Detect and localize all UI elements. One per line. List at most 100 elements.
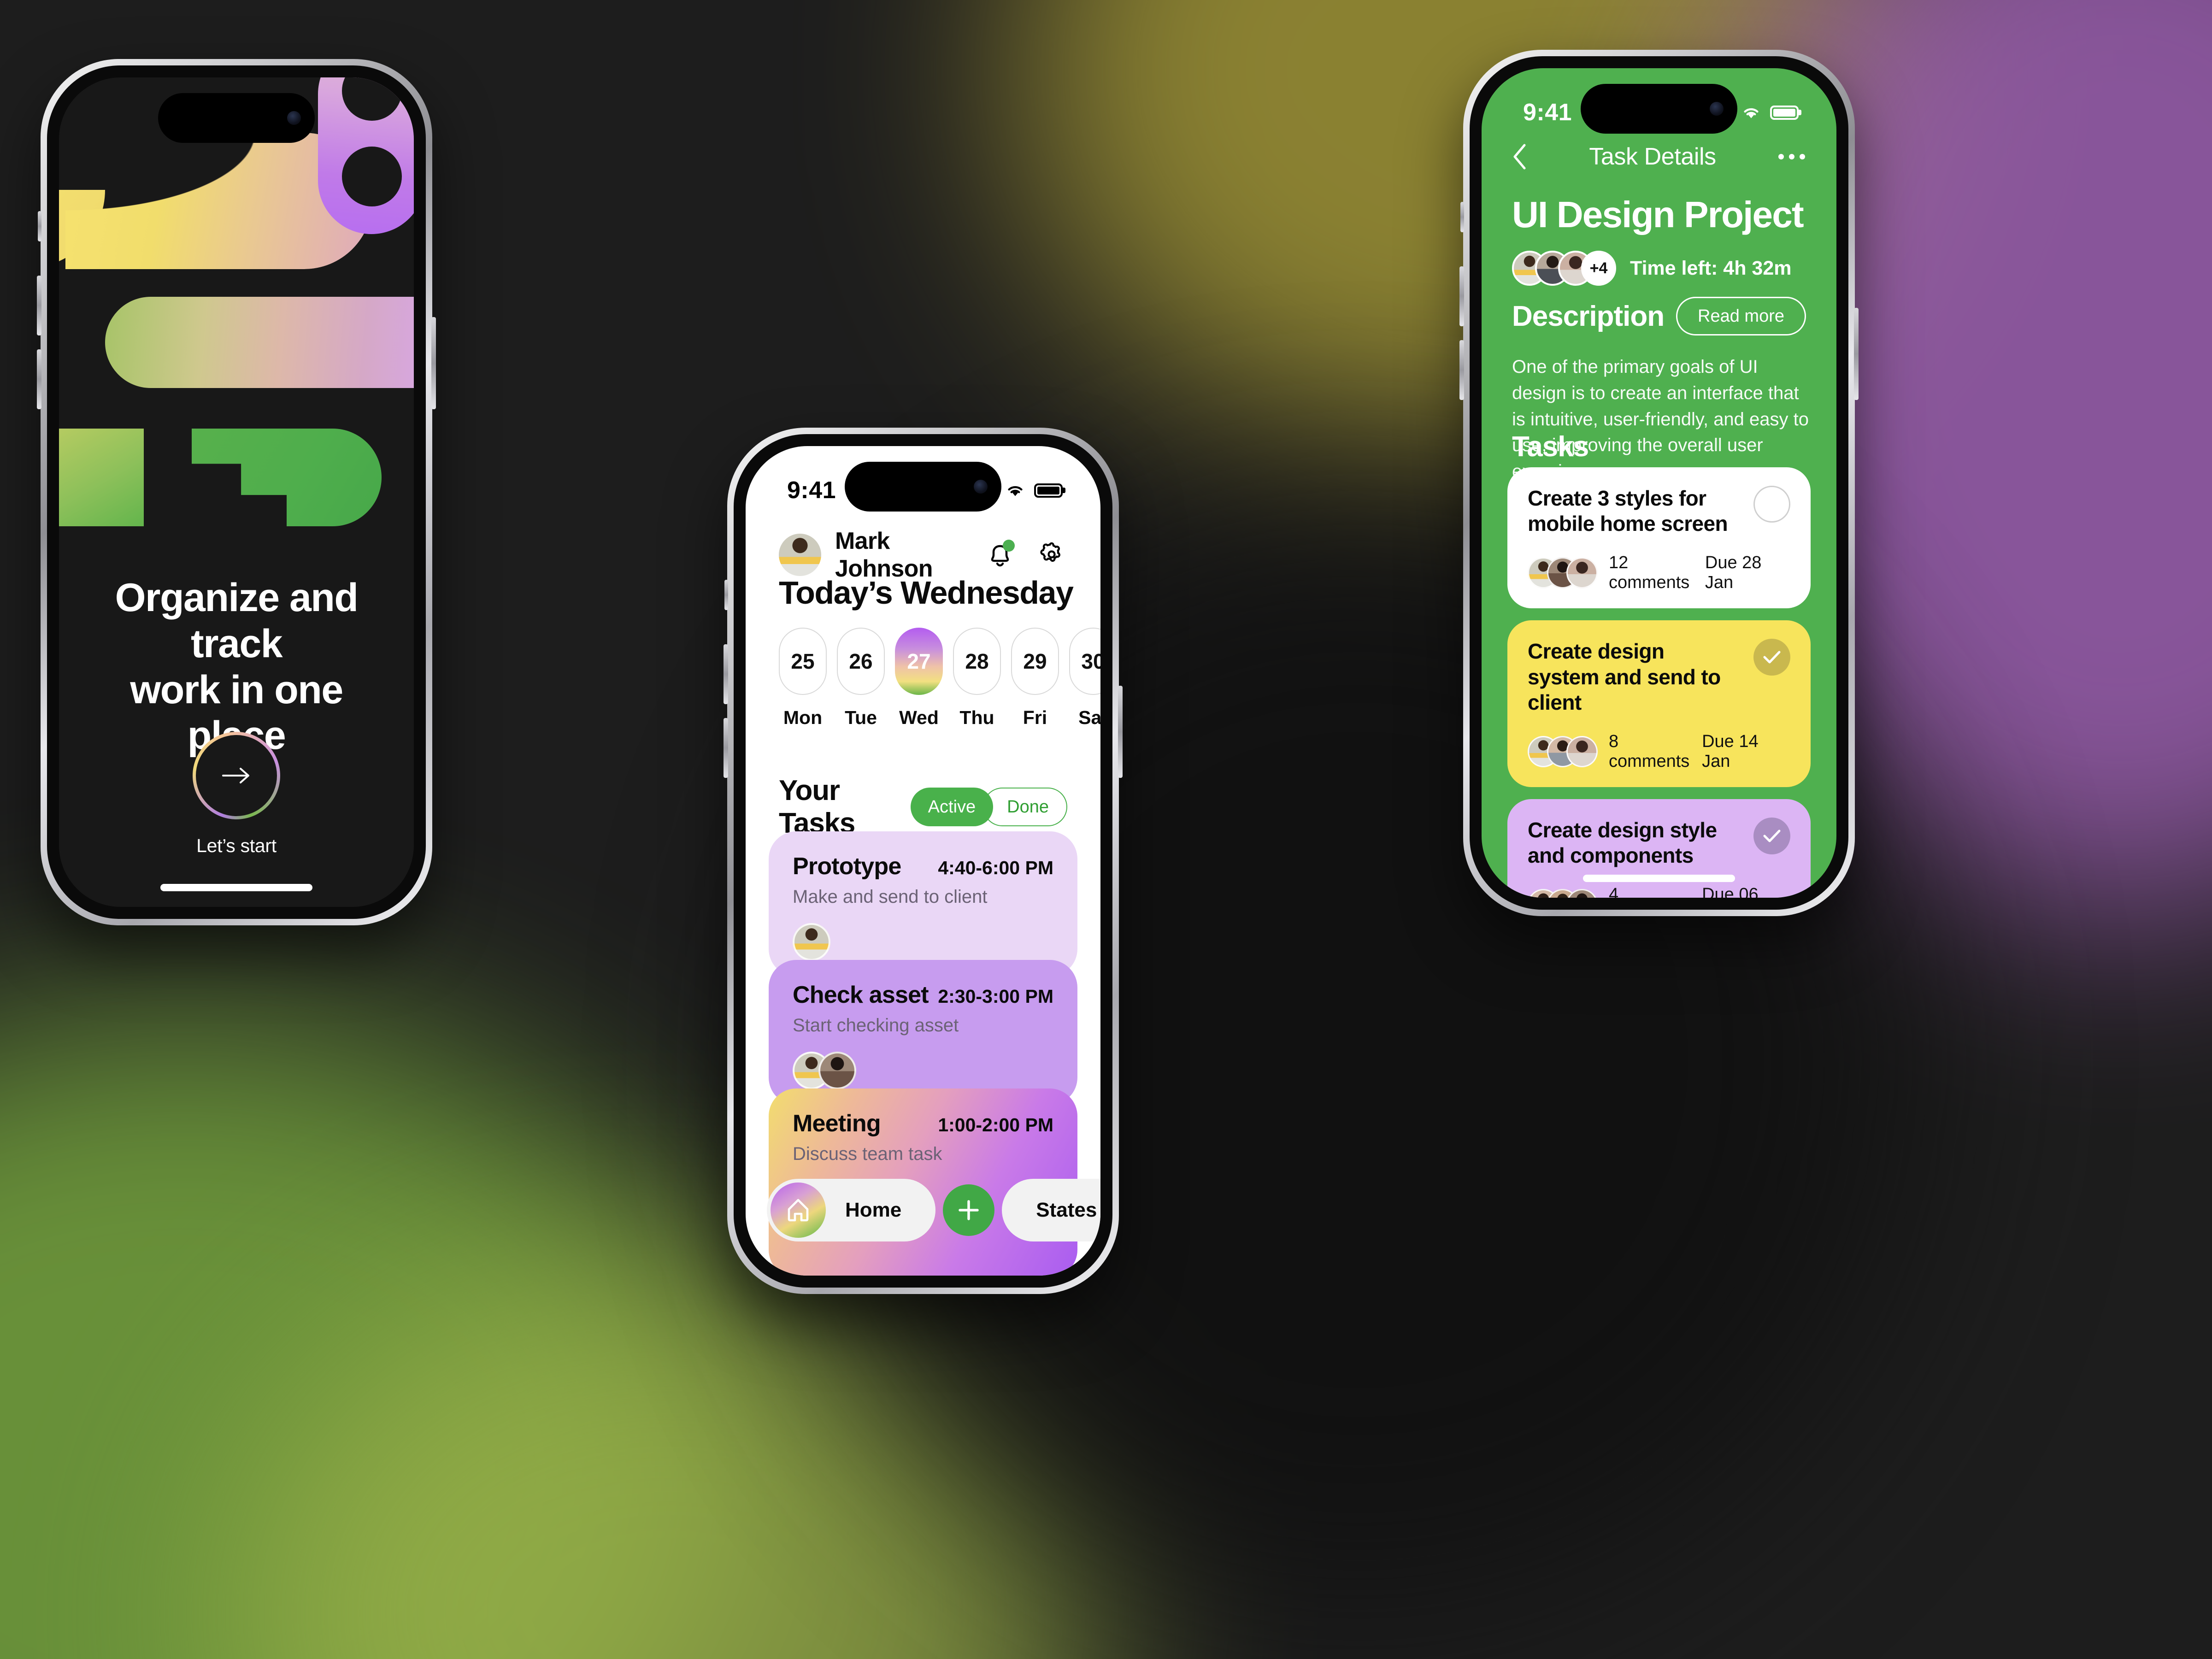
- background-glow-lime: [230, 1267, 1106, 1659]
- description-heading: Description: [1512, 300, 1665, 332]
- day-strip[interactable]: 25 Mon 26 Tue 27 Wed 28 Thu 29 Fri 30 Sa: [779, 628, 1100, 729]
- day-item-mon[interactable]: 25 Mon: [779, 628, 827, 729]
- dynamic-island: [1581, 84, 1737, 134]
- task-title: Prototype: [793, 853, 901, 880]
- task-time: 2:30-3:00 PM: [938, 986, 1053, 1007]
- day-item-fri[interactable]: 29 Fri: [1011, 628, 1059, 729]
- subtask-checkbox[interactable]: [1753, 817, 1790, 854]
- onboarding-cta-group: Let’s start: [59, 732, 414, 857]
- volume-down-button[interactable]: [1459, 340, 1464, 400]
- tasks-heading: Tasks: [1512, 431, 1589, 463]
- subtask-due: Due 28 Jan: [1705, 553, 1762, 593]
- subtask-due: Due 06 Jan: [1702, 885, 1759, 898]
- filter-done-button[interactable]: Done: [983, 788, 1067, 826]
- day-name: Mon: [783, 707, 823, 728]
- day-item-wed-selected[interactable]: 27 Wed: [895, 628, 943, 729]
- task-avatars: [793, 923, 830, 961]
- nav-item-home[interactable]: Home: [767, 1179, 936, 1241]
- avatar: [793, 923, 830, 961]
- day-number: 29: [1011, 628, 1059, 695]
- volume-up-button[interactable]: [724, 644, 728, 704]
- subtask-due: Due 14 Jan: [1702, 731, 1759, 771]
- background-glow-green: [0, 1014, 760, 1659]
- description-text: One of the primary goals of UI design is…: [1512, 357, 1809, 482]
- nav-item-states[interactable]: States: [1002, 1179, 1100, 1241]
- subtask-checkbox[interactable]: [1753, 486, 1790, 523]
- volume-down-button[interactable]: [37, 349, 41, 409]
- mute-switch[interactable]: [724, 580, 728, 610]
- mute-switch[interactable]: [1460, 202, 1464, 232]
- art-shape-green-square: [59, 429, 144, 526]
- task-title: Check asset: [793, 982, 929, 1008]
- home-indicator[interactable]: [160, 884, 312, 891]
- task-subtitle: Make and send to client: [793, 887, 988, 907]
- task-details-screen: 9:41 Task Details UI Design Project +4 T…: [1482, 68, 1836, 898]
- filter-active-button[interactable]: Active: [910, 788, 994, 826]
- power-button[interactable]: [431, 317, 436, 409]
- subtask-avatars: [1528, 889, 1598, 898]
- subtask-list: Create 3 styles for mobile home screen 1…: [1507, 467, 1811, 898]
- task-time: 1:00-2:00 PM: [938, 1114, 1053, 1135]
- day-number: 28: [953, 628, 1001, 695]
- phone-home: 9:41 Mark Johnson Today’s Wednesday 25 M…: [724, 428, 1123, 1294]
- time-left: Time left: 4h 32m: [1630, 257, 1792, 279]
- subtask-checkbox[interactable]: [1753, 639, 1790, 676]
- day-item-thu[interactable]: 28 Thu: [953, 628, 1001, 729]
- task-subtitle: Discuss team task: [793, 1144, 942, 1164]
- wifi-icon: [1006, 483, 1025, 498]
- nav-title: Task Details: [1589, 143, 1716, 170]
- dynamic-island: [158, 93, 315, 143]
- volume-up-button[interactable]: [37, 276, 41, 335]
- day-item-tue[interactable]: 26 Tue: [837, 628, 885, 729]
- task-filter-segmented[interactable]: Active Done: [910, 788, 1067, 826]
- power-button[interactable]: [1854, 308, 1859, 400]
- day-number: 30: [1069, 628, 1100, 695]
- phone-task-details: 9:41 Task Details UI Design Project +4 T…: [1459, 50, 1859, 916]
- phone-bezel: 9:41 Mark Johnson Today’s Wednesday 25 M…: [734, 434, 1112, 1288]
- chevron-left-icon[interactable]: [1512, 143, 1528, 170]
- subtask-title: Create 3 styles for mobile home screen: [1528, 486, 1728, 536]
- day-number: 27: [895, 628, 943, 695]
- mute-switch[interactable]: [38, 211, 41, 241]
- art-shape-gradient-bar: [105, 297, 414, 388]
- subtask-card-2[interactable]: Create design system and send to client: [1507, 620, 1811, 787]
- notification-badge: [1003, 540, 1015, 552]
- day-item-sat[interactable]: 30 Sat: [1069, 628, 1100, 729]
- art-shape-green-step: [192, 429, 382, 526]
- page-title: Today’s Wednesday: [779, 575, 1074, 611]
- battery-icon: [1770, 105, 1799, 120]
- nav-home-label: Home: [845, 1199, 902, 1221]
- day-name: Thu: [959, 707, 994, 728]
- subtask-card-1[interactable]: Create 3 styles for mobile home screen 1…: [1507, 467, 1811, 609]
- read-more-button[interactable]: Read more: [1676, 297, 1806, 335]
- arrow-right-icon: [196, 735, 277, 816]
- wifi-icon: [1741, 105, 1761, 120]
- art-shape-purple-hole-bottom: [342, 147, 402, 206]
- subtask-comments: 12 comments: [1609, 553, 1690, 593]
- gear-icon[interactable]: [1037, 540, 1067, 570]
- avatar: [1566, 735, 1598, 767]
- onboarding-screen: Organize and track work in one place Let…: [59, 77, 414, 907]
- user-avatar[interactable]: [779, 534, 821, 576]
- task-details-navbar: Task Details: [1482, 143, 1836, 171]
- subtask-card-3[interactable]: Create design style and components 4 Due…: [1507, 799, 1811, 898]
- day-name: Fri: [1023, 707, 1047, 728]
- home-indicator[interactable]: [1583, 875, 1735, 882]
- day-name: Wed: [899, 707, 939, 728]
- headline-line-1: Organize and track: [115, 576, 359, 666]
- member-overflow-count: +4: [1581, 251, 1616, 286]
- task-card-check-asset[interactable]: Check asset 2:30-3:00 PM Start checking …: [769, 960, 1077, 1105]
- battery-icon: [1034, 483, 1063, 498]
- more-horizontal-icon[interactable]: [1777, 153, 1806, 161]
- lets-start-button[interactable]: [193, 732, 280, 819]
- task-card-prototype[interactable]: Prototype 4:40-6:00 PM Make and send to …: [769, 831, 1077, 977]
- bell-icon[interactable]: [986, 540, 1017, 570]
- volume-up-button[interactable]: [1459, 266, 1464, 326]
- day-number: 25: [779, 628, 827, 695]
- subtask-avatars: [1528, 735, 1598, 767]
- power-button[interactable]: [1118, 686, 1123, 778]
- subtask-comments: 8 comments: [1609, 731, 1690, 771]
- member-avatars[interactable]: +4: [1512, 251, 1616, 286]
- add-task-button[interactable]: [943, 1184, 995, 1236]
- volume-down-button[interactable]: [724, 718, 728, 778]
